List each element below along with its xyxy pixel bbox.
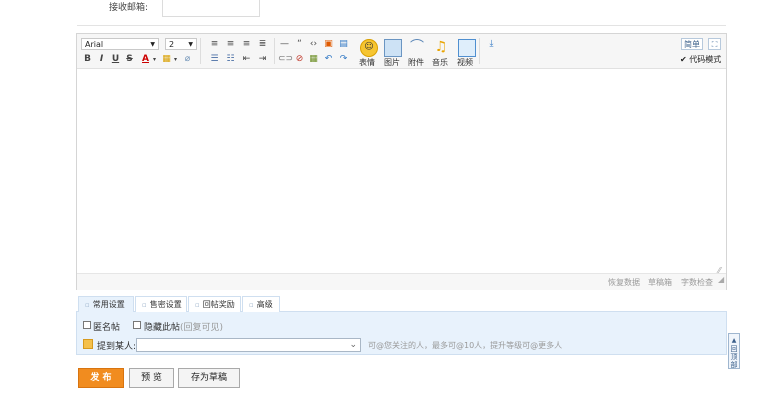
strikethrough-icon[interactable]: S <box>123 53 136 66</box>
tab-label: 回帖奖励 <box>202 300 235 309</box>
horizontal-rule-icon[interactable]: — <box>278 38 291 51</box>
mention-hint: 可@您关注的人，最多可@10人，提升等级可@更多人 <box>368 341 563 350</box>
hide-post-note: (回复可见) <box>180 323 224 333</box>
unordered-list-icon[interactable]: ☷ <box>224 53 237 66</box>
underline-icon[interactable]: U <box>109 53 122 66</box>
free-icon[interactable]: ▣ <box>322 38 335 51</box>
restore-data-link[interactable]: 恢复数据 <box>608 277 640 288</box>
arrow-up-icon: ▲ <box>731 337 737 344</box>
save-draft-button[interactable]: 存为草稿 <box>178 368 240 388</box>
email-input[interactable] <box>162 0 260 17</box>
divider <box>77 25 726 26</box>
outdent-icon[interactable]: ⇤ <box>240 53 253 66</box>
resize-grip-icon[interactable]: ⁄⁄ <box>718 266 721 275</box>
hide-icon[interactable]: ▤ <box>337 38 350 51</box>
simple-mode-button[interactable]: 简单 <box>681 38 703 50</box>
indent-icon[interactable]: ⇥ <box>256 53 269 66</box>
align-left-icon[interactable]: ≡ <box>208 38 221 51</box>
bullet-icon: ▫ <box>142 301 147 309</box>
code-icon[interactable]: ‹› <box>307 38 320 51</box>
tab-label: 常用设置 <box>92 300 125 309</box>
redo-icon[interactable]: ↷ <box>337 53 350 66</box>
toolbar-separator <box>200 38 201 64</box>
align-center-icon[interactable]: ≡ <box>224 38 237 51</box>
bold-icon[interactable]: B <box>81 53 94 66</box>
email-label: 接收邮箱: <box>109 3 149 13</box>
anonymous-checkbox[interactable] <box>83 321 91 329</box>
smiley-icon: ☺ <box>360 39 378 57</box>
editor-toolbar: Arial ▼ 2 ▼ B I U S A ▾ ▦ ▾ ⌀ ≡ ≡ ≡ ≣ ☰ ☷ … <box>77 34 726 69</box>
mention-label: 提到某人: <box>97 342 137 352</box>
checkmark-icon: ✔ <box>680 55 687 64</box>
chevron-double-down-icon[interactable]: ⌄ <box>349 340 357 350</box>
chevron-down-icon: ▼ <box>188 41 193 48</box>
font-family-value: Arial <box>85 40 104 49</box>
font-size-value: 2 <box>169 40 175 49</box>
font-size-select[interactable]: 2 ▼ <box>165 38 197 50</box>
rich-text-editor: Arial ▼ 2 ▼ B I U S A ▾ ▦ ▾ ⌀ ≡ ≡ ≡ ≣ ☰ ☷ … <box>76 33 727 290</box>
download-icon[interactable]: ⤓ <box>485 38 498 51</box>
smiley-label: 表情 <box>359 58 375 67</box>
music-icon: ♫ <box>434 39 448 55</box>
undo-icon[interactable]: ↶ <box>322 53 335 66</box>
tab-reply-reward[interactable]: ▫ 回帖奖励 <box>188 296 241 313</box>
music-label: 音乐 <box>432 58 448 67</box>
back-to-top-button[interactable]: ▲ 回顶部 <box>728 333 740 369</box>
toolbar-separator <box>274 38 275 64</box>
code-mode-label: 代码模式 <box>689 55 722 64</box>
preview-button[interactable]: 预 览 <box>129 368 174 388</box>
ordered-list-icon[interactable]: ☰ <box>208 53 221 66</box>
code-mode-toggle[interactable]: ✔ 代码模式 <box>680 54 721 65</box>
draft-box-link[interactable]: 草稿箱 <box>648 277 672 288</box>
image-label: 图片 <box>384 58 400 67</box>
tab-label: 高级 <box>256 300 273 309</box>
chevron-down-icon: ▼ <box>150 41 155 48</box>
tab-advanced[interactable]: ▫ 高级 <box>242 296 280 313</box>
mention-input[interactable]: ⌄ <box>136 338 361 352</box>
table-icon[interactable]: ▦ <box>307 53 320 66</box>
quote-icon[interactable]: “ <box>293 38 306 51</box>
attach-label: 附件 <box>408 58 424 67</box>
clear-format-icon[interactable]: ⌀ <box>181 53 194 66</box>
publish-button[interactable]: 发 布 <box>78 368 124 388</box>
fullscreen-icon[interactable]: ⛶ <box>708 38 721 50</box>
bullet-icon: ▫ <box>195 301 200 309</box>
bullet-icon: ▫ <box>85 301 90 309</box>
video-label: 视频 <box>457 58 473 67</box>
toolbar-separator <box>479 38 480 64</box>
hide-post-label: 隐藏此帖 <box>144 323 181 333</box>
image-icon <box>384 39 402 57</box>
align-justify-icon[interactable]: ≣ <box>256 38 269 51</box>
font-family-select[interactable]: Arial ▼ <box>81 38 159 50</box>
back-to-top-label: 回顶部 <box>730 345 738 369</box>
tab-sale-settings[interactable]: ▫ 售密设置 <box>135 296 187 313</box>
editor-content-area[interactable] <box>77 70 726 273</box>
resize-handle-icon[interactable]: ◢ <box>718 275 724 284</box>
video-icon <box>458 39 476 57</box>
tab-label: 售密设置 <box>149 300 182 309</box>
align-right-icon[interactable]: ≡ <box>240 38 253 51</box>
unlink-icon[interactable]: ⊘ <box>293 53 306 66</box>
anonymous-label: 匿名帖 <box>93 323 121 333</box>
paperclip-icon: ⌒ <box>410 39 424 55</box>
italic-icon[interactable]: I <box>95 53 108 66</box>
mention-icon <box>83 339 93 349</box>
editor-statusbar: 恢复数据 草稿箱 字数检查 ◢ <box>77 273 726 290</box>
word-check-link[interactable]: 字数检查 <box>681 277 713 288</box>
hide-post-checkbox[interactable] <box>133 321 141 329</box>
link-icon[interactable]: ⊂⊃ <box>278 53 293 66</box>
bullet-icon: ▫ <box>249 301 254 309</box>
